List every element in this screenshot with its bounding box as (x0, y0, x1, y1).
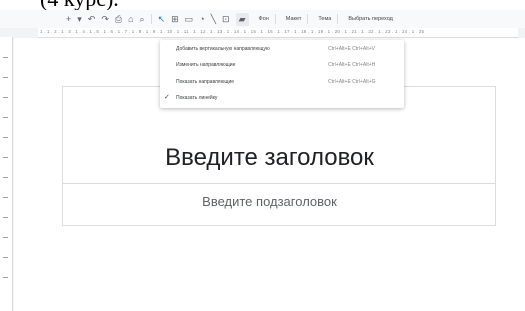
print-icon[interactable]: ⎙ (115, 14, 122, 24)
ruler-tick (3, 237, 8, 238)
menu-item-show-guides[interactable]: Показать направляющие Ctrl+Alt+E Ctrl+Al… (160, 76, 404, 86)
image-icon[interactable]: ▭ (185, 14, 194, 24)
ruler-tick (3, 57, 8, 58)
menu-item-shortcut: Ctrl+Alt+E Ctrl+Alt+G (328, 79, 376, 85)
ruler-tick (3, 157, 8, 158)
ruler-tick (3, 77, 8, 78)
menu-item-label: Показать направляющие (176, 79, 235, 85)
caption-text: (4 курс). (40, 0, 119, 10)
checkmark-icon: ✓ (164, 94, 170, 101)
line-icon[interactable]: ╲ (211, 14, 216, 24)
zoom-icon[interactable]: ⌕ (140, 14, 145, 24)
ruler-tick (3, 117, 8, 118)
background-icon[interactable]: ▰ (235, 12, 249, 26)
subtitle-placeholder[interactable]: Введите подзаголовок (14, 194, 525, 209)
vertical-ruler[interactable] (0, 37, 13, 311)
toolbar-divider (337, 14, 339, 24)
toolbar-divider (274, 14, 276, 24)
toolbar-divider (307, 14, 309, 24)
ruler-tick (3, 197, 8, 198)
toolbar-divider (150, 14, 152, 24)
ruler-numbers: 1 . 1 . 2 . 1 . 3 . 1 . 4 . 1 . 5 . 1 . … (40, 29, 425, 34)
ruler-tick (3, 177, 8, 178)
title-placeholder[interactable]: Введите заголовок (14, 144, 525, 172)
ruler-tick (3, 217, 8, 218)
menu-item-label: Добавить вертикальную направляющую (176, 46, 270, 52)
guides-dropdown-menu: Добавить вертикальную направляющую Ctrl+… (160, 40, 404, 108)
menu-item-label: Изменить направляющие (176, 62, 236, 68)
text-box-icon[interactable]: ⊞ (171, 14, 179, 24)
menu-item-add-vertical-guide[interactable]: Добавить вертикальную направляющую Ctrl+… (160, 43, 404, 53)
menu-item-show-ruler[interactable]: ✓ Показать линейку (160, 92, 404, 102)
menu-item-label: Показать линейку (176, 95, 218, 101)
background-button[interactable]: Фон (259, 16, 269, 22)
horizontal-ruler[interactable]: 1 . 1 . 2 . 1 . 3 . 1 . 4 . 1 . 5 . 1 . … (38, 28, 518, 38)
ruler-tick (3, 97, 8, 98)
theme-button[interactable]: Тема (318, 16, 331, 22)
ruler-tick (3, 137, 8, 138)
select-icon[interactable]: ↖ (158, 14, 166, 24)
ruler-tick (3, 277, 8, 278)
menu-item-edit-guides[interactable]: Изменить направляющие Ctrl+Alt+E Ctrl+Al… (160, 59, 404, 69)
chevron-down-icon[interactable]: ▾ (77, 14, 82, 24)
add-icon[interactable]: + (66, 14, 71, 24)
transition-button[interactable]: Выбрать переход (348, 16, 393, 22)
paint-format-icon[interactable]: ⌂ (128, 14, 133, 24)
redo-icon[interactable]: ↷ (101, 14, 109, 24)
undo-icon[interactable]: ↶ (88, 14, 96, 24)
toolbar: + ▾ ↶ ↷ ⎙ ⌂ ⌕ ↖ ⊞ ▭ ◔ ╲ ⊡ ▰ Фон Макет Те… (0, 10, 525, 28)
menu-item-shortcut: Ctrl+Alt+E Ctrl+Alt+V (328, 46, 375, 52)
shape-icon[interactable]: ◔ (199, 14, 204, 24)
menu-item-shortcut: Ctrl+Alt+E Ctrl+Alt+H (328, 62, 376, 68)
caption-fragment: (4 курс). (0, 0, 525, 10)
ruler-tick (3, 257, 8, 258)
layout-button[interactable]: Макет (286, 16, 302, 22)
comment-icon[interactable]: ⊡ (222, 14, 230, 24)
